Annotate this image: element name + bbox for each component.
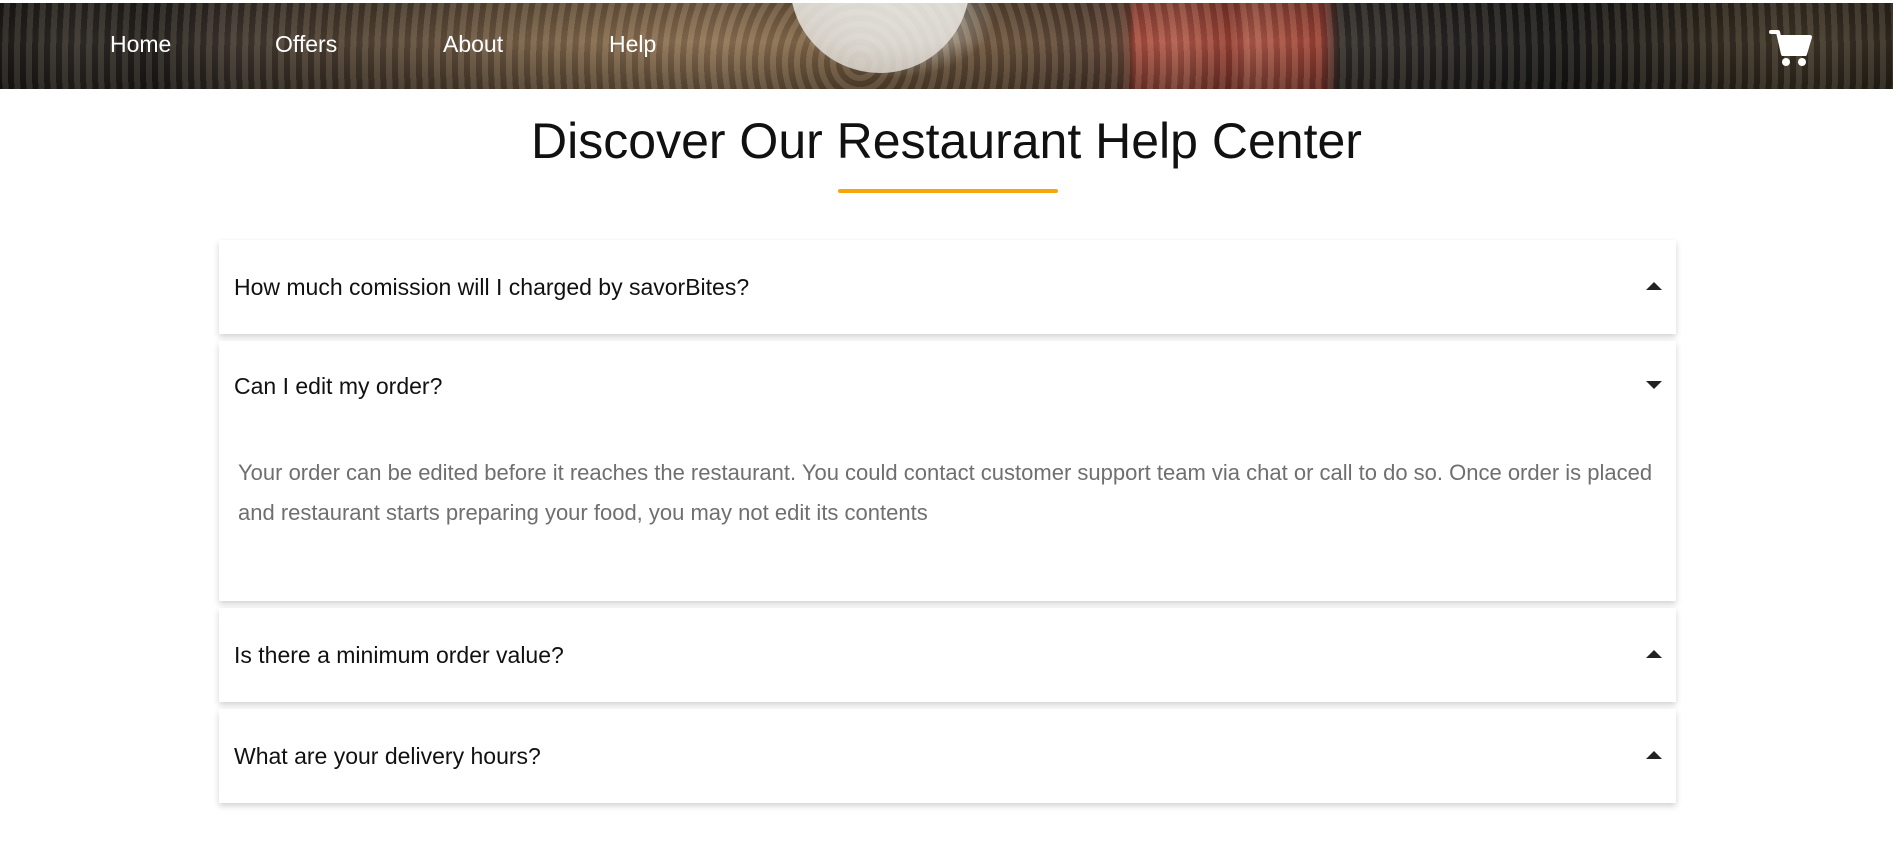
faq-question-text: What are your delivery hours? (234, 743, 541, 769)
faq-item: How much comission will I charged by sav… (219, 240, 1676, 334)
faq-item: Is there a minimum order value? (219, 608, 1676, 702)
faq-item: Can I edit my order? Your order can be e… (219, 341, 1676, 601)
nav-about-link[interactable]: About (443, 31, 503, 58)
page-title: Discover Our Restaurant Help Center (531, 113, 1362, 169)
caret-down-icon[interactable] (1646, 381, 1662, 389)
nav-help-link[interactable]: Help (609, 31, 656, 58)
faq-question-text: Can I edit my order? (234, 373, 443, 399)
faq-question-text: Is there a minimum order value? (234, 642, 564, 668)
title-underline (838, 189, 1058, 193)
caret-up-icon[interactable] (1646, 282, 1662, 290)
faq-list: How much comission will I charged by sav… (219, 240, 1676, 810)
cart-icon[interactable] (1769, 28, 1813, 68)
faq-question-toggle[interactable]: How much comission will I charged by sav… (219, 240, 1676, 334)
faq-question-toggle[interactable]: Is there a minimum order value? (219, 608, 1676, 702)
caret-up-icon[interactable] (1646, 650, 1662, 658)
faq-question-toggle[interactable]: Can I edit my order? (219, 341, 1676, 427)
faq-item: What are your delivery hours? (219, 709, 1676, 803)
nav-offers-link[interactable]: Offers (275, 31, 337, 58)
nav-home-link[interactable]: Home (110, 31, 171, 58)
faq-answer-text: Your order can be edited before it reach… (238, 460, 1653, 525)
header-banner: Home Offers About Help (0, 3, 1893, 89)
faq-question-toggle[interactable]: What are your delivery hours? (219, 709, 1676, 803)
caret-up-icon[interactable] (1646, 751, 1662, 759)
faq-question-text: How much comission will I charged by sav… (234, 274, 750, 300)
main-nav: Home Offers About Help (0, 3, 1893, 89)
